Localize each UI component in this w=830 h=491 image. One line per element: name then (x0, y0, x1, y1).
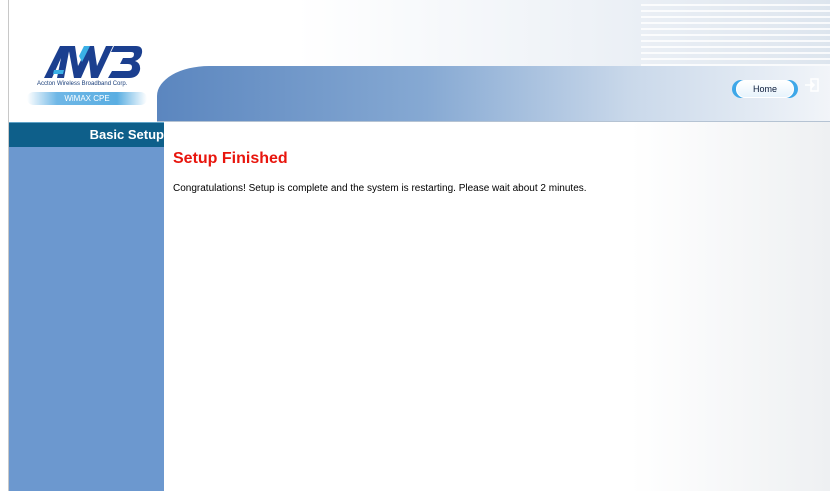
main-content: Setup Finished Congratulations! Setup is… (164, 122, 830, 491)
logo: Accton Wireless Broadband Corp. WiMAX CP… (9, 0, 157, 122)
product-badge: WiMAX CPE (27, 92, 147, 105)
header-banner (157, 66, 830, 122)
logout-icon[interactable] (804, 78, 820, 92)
header: Accton Wireless Broadband Corp. WiMAX CP… (9, 0, 830, 122)
header-stripes (641, 0, 830, 66)
status-message: Congratulations! Setup is complete and t… (173, 183, 587, 194)
app-frame: Accton Wireless Broadband Corp. WiMAX CP… (8, 0, 830, 491)
awb-logo-mark (44, 46, 143, 78)
sidebar-item-basic-setup[interactable]: Basic Setup (9, 122, 164, 147)
page-title: Setup Finished (173, 150, 288, 167)
sidebar-item-label: Basic Setup (89, 127, 164, 142)
company-name: Accton Wireless Broadband Corp. (37, 81, 128, 87)
home-button[interactable]: Home (736, 80, 794, 98)
sidebar: Basic Setup (9, 122, 164, 491)
